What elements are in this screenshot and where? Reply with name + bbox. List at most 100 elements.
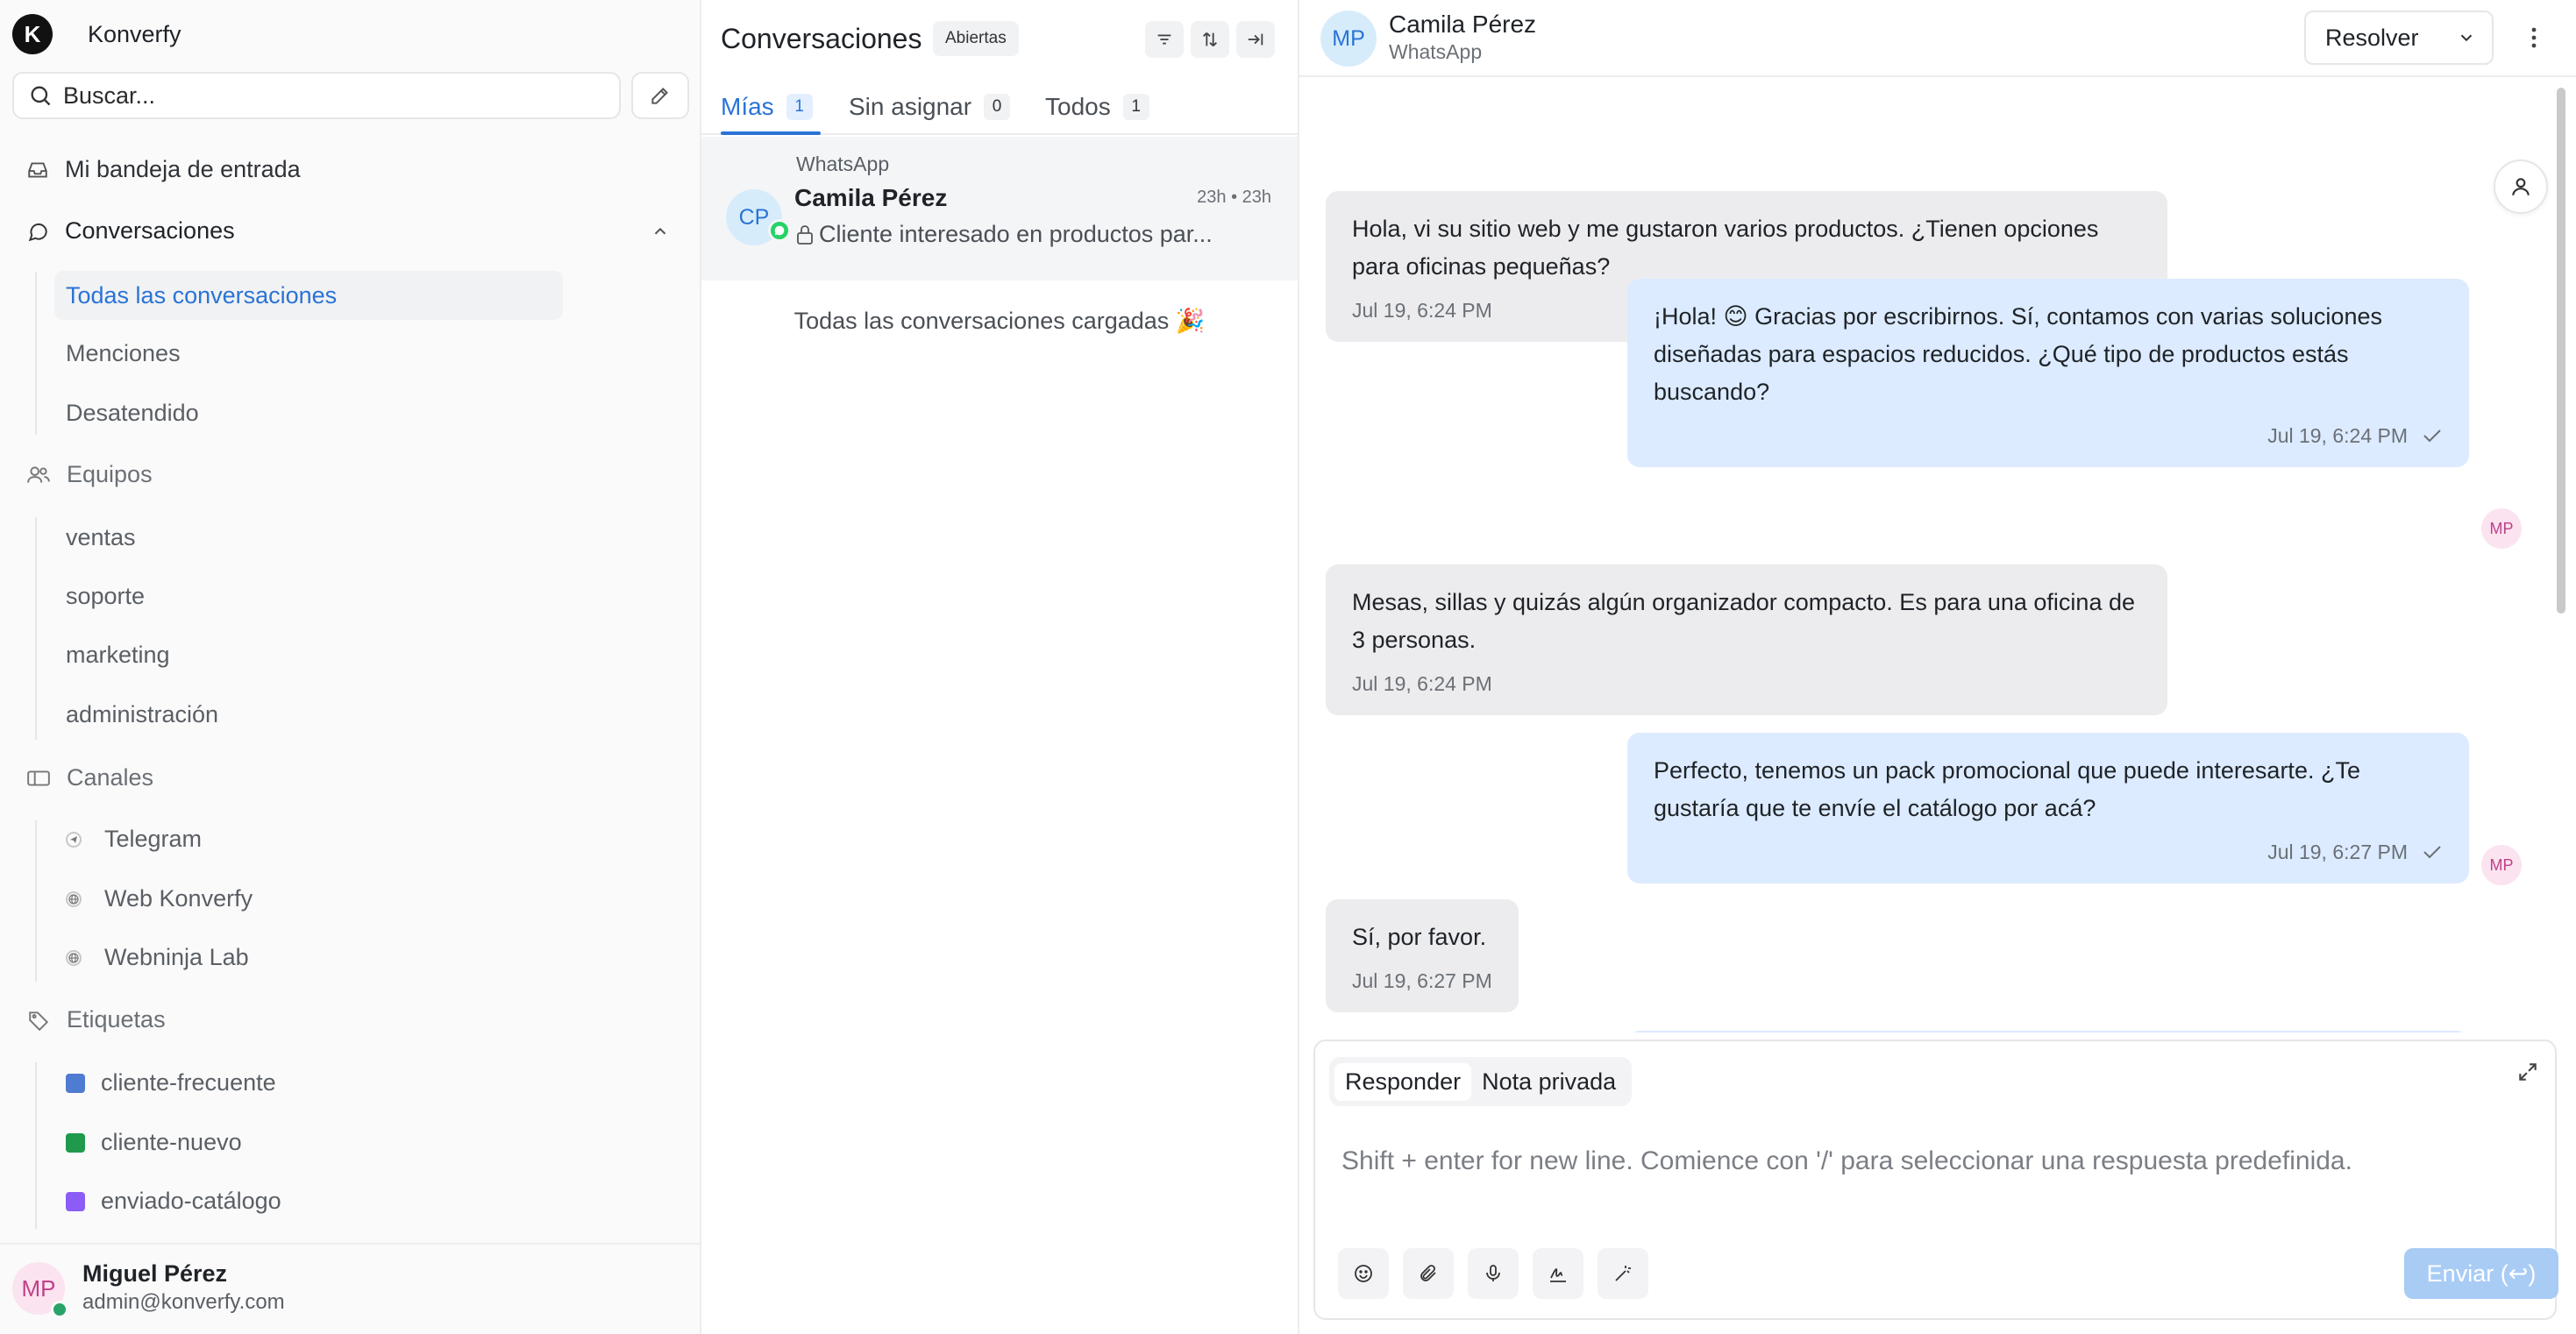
page-title: Conversaciones — [721, 23, 922, 54]
sidebar-item-unattended[interactable]: Desatendido — [66, 400, 199, 427]
konverfy-logo: K — [12, 14, 53, 54]
sidebar-item-label-cliente-nuevo[interactable]: cliente-nuevo — [66, 1129, 242, 1156]
mode-reply-button[interactable]: Responder — [1334, 1062, 1472, 1101]
conversation-time: 23h • 23h — [1197, 188, 1271, 207]
chat-contact-name[interactable]: Camila Pérez — [1389, 11, 1536, 39]
message-incoming: Sí, por favor. Jul 19, 6:27 PM — [1326, 899, 1519, 1012]
sidebar-group-channels[interactable]: Canales — [26, 764, 153, 791]
composer-mode-switch: Responder Nota privada — [1329, 1057, 1633, 1106]
sidebar-item-label: Desatendido — [66, 400, 199, 426]
collapse-panel-button[interactable] — [1236, 21, 1275, 58]
message-incoming: Mesas, sillas y quizás algún organizador… — [1326, 564, 2167, 715]
sidebar-item-team-ventas[interactable]: ventas — [66, 524, 136, 551]
chat-bubble-icon — [26, 220, 49, 243]
voice-record-button[interactable] — [1468, 1248, 1519, 1299]
chevron-up-icon[interactable] — [651, 222, 670, 241]
sidebar-group-conversations[interactable]: Conversaciones — [26, 217, 235, 245]
channels-icon — [26, 767, 51, 790]
sidebar-group-labels[interactable]: Etiquetas — [26, 1006, 166, 1033]
sidebar-item-label-cliente-frecuente[interactable]: cliente-frecuente — [66, 1069, 276, 1096]
signature-button[interactable] — [1533, 1248, 1583, 1299]
conversation-card[interactable]: WhatsApp CP Camila Pérez 23h • 23h Clien… — [701, 137, 1298, 280]
message-text: Sí, por favor. — [1352, 924, 1487, 950]
chat-contact-channel: WhatsApp — [1389, 40, 1483, 63]
sidebar-item-channel-telegram[interactable]: Telegram — [66, 826, 202, 853]
brand[interactable]: K Konverfy — [12, 14, 181, 54]
sidebar-item-label: Menciones — [66, 340, 181, 366]
tree-line — [35, 517, 37, 740]
expand-icon[interactable] — [2516, 1061, 2539, 1083]
contact-panel-button[interactable] — [2494, 160, 2548, 214]
message-time: Jul 19, 6:24 PM — [1654, 423, 2443, 448]
conversation-contact-name: Camila Pérez — [794, 184, 948, 211]
search-input[interactable] — [63, 82, 589, 110]
ai-assist-button[interactable] — [1598, 1248, 1648, 1299]
sidebar-item-label: soporte — [66, 583, 146, 609]
sort-button[interactable] — [1191, 21, 1229, 58]
tab-count: 1 — [1122, 94, 1149, 120]
avatar[interactable]: MP — [1320, 11, 1377, 67]
scrollbar-thumb[interactable] — [2557, 88, 2565, 614]
user-profile[interactable]: MP Miguel Pérez admin@konverfy.com — [0, 1243, 700, 1334]
search-box[interactable] — [12, 72, 621, 119]
emoji-button[interactable] — [1338, 1248, 1389, 1299]
message-text: Hola, vi su sitio web y me gustaron vari… — [1352, 216, 2099, 280]
magic-wand-icon — [1612, 1263, 1633, 1284]
sidebar: K Konverfy Mi bandeja de entrada Convers… — [0, 0, 701, 1334]
message-outgoing: Perfecto, tenemos un pack promocional qu… — [1627, 733, 2469, 883]
more-options-button[interactable] — [2513, 16, 2555, 60]
app-name: Konverfy — [88, 20, 181, 47]
sidebar-item-label: Web Konverfy — [104, 885, 253, 912]
tree-line — [35, 272, 37, 435]
sidebar-item-channel-web-konverfy[interactable]: Web Konverfy — [66, 885, 253, 912]
online-status-dot — [51, 1301, 68, 1318]
status-filter-badge[interactable]: Abiertas — [933, 21, 1019, 56]
message-input[interactable] — [1341, 1146, 2534, 1199]
send-button[interactable]: Enviar (↩) — [2404, 1248, 2558, 1299]
message-composer: Responder Nota privada Enviar (↩) — [1313, 1040, 2558, 1320]
sidebar-item-label-enviado-catalogo[interactable]: enviado-catálogo — [66, 1188, 281, 1215]
sidebar-item-inbox[interactable]: Mi bandeja de entrada — [26, 156, 301, 183]
message-outgoing: ¡Hola! 😊 Gracias por escribirnos. Sí, co… — [1627, 279, 2469, 467]
sidebar-item-team-administracion[interactable]: administración — [66, 701, 218, 728]
message-time-label: Jul 19, 6:24 PM — [1352, 672, 1492, 695]
sidebar-item-team-soporte[interactable]: soporte — [66, 583, 145, 610]
sidebar-item-channel-webninja-lab[interactable]: Webninja Lab — [66, 944, 249, 971]
sidebar-item-label: ventas — [66, 524, 136, 550]
sort-icon — [1200, 30, 1220, 49]
users-icon — [26, 464, 51, 486]
kebab-menu-icon — [2530, 25, 2537, 50]
filter-icon — [1155, 30, 1174, 49]
sidebar-group-teams[interactable]: Equipos — [26, 461, 153, 488]
resolve-button[interactable]: Resolver — [2304, 11, 2494, 65]
inbox-icon — [26, 159, 49, 181]
attach-button[interactable] — [1403, 1248, 1454, 1299]
filter-button[interactable] — [1145, 21, 1184, 58]
mode-private-note-button[interactable]: Nota privada — [1471, 1063, 1626, 1101]
message-time-label: Jul 19, 6:24 PM — [1352, 299, 1492, 322]
globe-icon — [66, 949, 82, 966]
sidebar-item-team-marketing[interactable]: marketing — [66, 642, 170, 669]
tab-count: 1 — [786, 94, 813, 120]
message-time-label: Jul 19, 6:27 PM — [1352, 969, 1492, 992]
message-outgoing-partial — [1627, 1031, 2469, 1032]
tag-icon — [26, 1009, 51, 1032]
compose-button[interactable] — [631, 72, 689, 119]
sidebar-item-label: cliente-frecuente — [101, 1069, 276, 1096]
avatar: MP — [2481, 508, 2522, 549]
search-icon — [28, 83, 53, 108]
chevron-down-icon[interactable] — [2457, 28, 2476, 47]
sidebar-item-label: Telegram — [104, 826, 203, 852]
message-list: Hola, vi su sitio web y me gustaron vari… — [1299, 79, 2550, 1032]
scrollbar[interactable] — [2551, 81, 2571, 1032]
sidebar-item-all-conversations[interactable]: Todas las conversaciones — [54, 271, 563, 320]
tab-mine[interactable]: Mías 1 — [721, 88, 813, 126]
telegram-icon — [66, 831, 82, 848]
sidebar-item-mentions[interactable]: Menciones — [66, 340, 181, 367]
conversation-inbox: WhatsApp — [796, 153, 890, 175]
check-icon — [2423, 846, 2441, 859]
tab-unassigned[interactable]: Sin asignar 0 — [849, 88, 1011, 126]
tab-all[interactable]: Todos 1 — [1045, 88, 1149, 126]
sidebar-group-label: Canales — [67, 764, 154, 791]
chat-panel: MP Camila Pérez WhatsApp Resolver Hola, … — [1299, 0, 2576, 1334]
